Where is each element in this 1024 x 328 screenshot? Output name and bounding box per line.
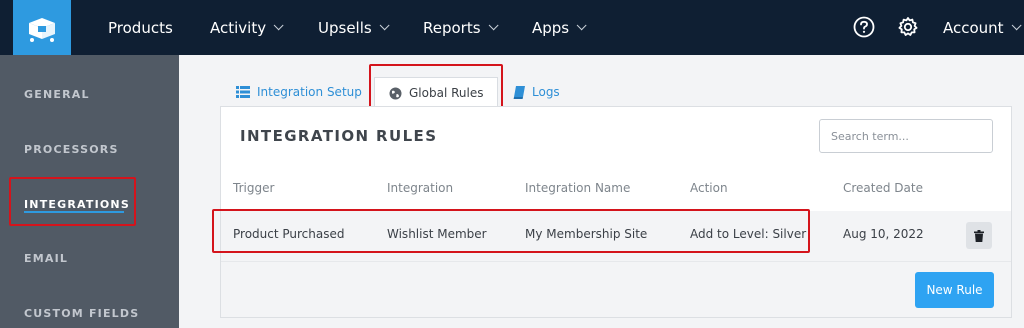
sidebar-item-email[interactable]: EMAIL [24,252,68,265]
tab-integration-setup-label: Integration Setup [257,85,362,99]
column-header-created-date: Created Date [843,181,923,195]
logo[interactable] [13,0,71,55]
account-label: Account [943,18,1004,37]
highlight-box-rule-row [212,209,810,253]
sidebar-item-general[interactable]: GENERAL [24,88,90,101]
tab-integration-setup[interactable]: Integration Setup [236,77,362,107]
chevron-down-icon [1011,20,1022,31]
tab-logs-label: Logs [532,85,560,99]
nav-apps-label: Apps [532,18,570,37]
cart-box-logo-icon [29,17,55,42]
nav-products-label: Products [108,18,173,37]
new-rule-button[interactable]: New Rule [915,272,994,308]
trash-icon [974,229,984,242]
nav-upsells-label: Upsells [318,18,372,37]
list-icon [236,86,250,98]
help-button[interactable] [852,15,876,39]
settings-button[interactable] [896,15,920,39]
chevron-down-icon [576,20,587,31]
gear-icon [898,17,918,36]
nav-reports[interactable]: Reports [423,0,499,55]
nav-activity[interactable]: Activity [210,0,284,55]
panel-title: INTEGRATION RULES [240,127,438,145]
nav-reports-label: Reports [423,18,481,37]
nav-products[interactable]: Products [108,0,173,55]
sidebar-item-processors[interactable]: PROCESSORS [24,143,119,156]
nav-apps[interactable]: Apps [532,0,587,55]
chevron-down-icon [273,20,284,31]
search-input[interactable] [819,119,993,153]
panel-footer [221,261,1011,317]
sidebar-item-custom-fields[interactable]: CUSTOM FIELDS [24,307,139,320]
nav-activity-label: Activity [210,18,267,37]
chevron-down-icon [488,20,499,31]
account-menu[interactable]: Account [943,0,1022,55]
tab-logs[interactable]: Logs [513,77,560,107]
delete-rule-button[interactable] [966,222,992,249]
top-nav-bar: Products Activity Upsells Reports Apps A… [0,0,1024,55]
column-header-integration-name: Integration Name [525,181,631,195]
column-header-integration: Integration [387,181,454,195]
nav-upsells[interactable]: Upsells [318,0,390,55]
book-icon [513,85,525,99]
highlight-box-integrations [9,177,136,226]
cell-created-date: Aug 10, 2022 [843,227,924,241]
column-header-action: Action [690,181,728,195]
column-header-trigger: Trigger [233,181,275,195]
question-circle-icon [853,16,875,38]
chevron-down-icon [379,20,390,31]
